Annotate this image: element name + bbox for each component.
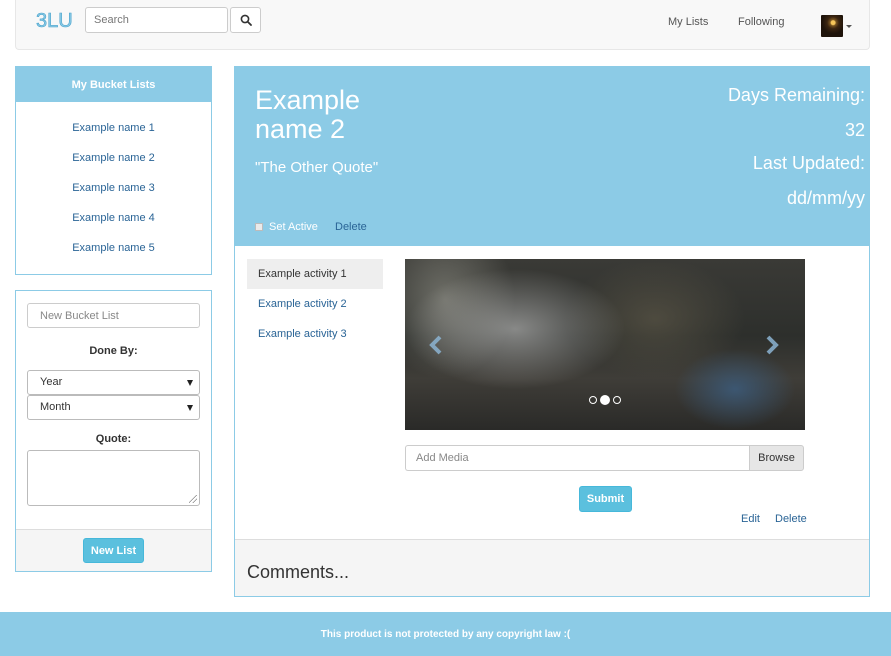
last-updated-value: dd/mm/yy — [786, 188, 865, 208]
brand-logo-icon: 3LU — [36, 10, 73, 33]
bucket-list-item[interactable]: Example name 5 — [16, 233, 211, 263]
brand-logo[interactable]: 3LU — [36, 8, 73, 33]
bucket-lists-header: My Bucket Lists — [16, 67, 211, 102]
month-select-value: Month — [40, 401, 71, 413]
done-by-label: Done By: — [89, 345, 138, 357]
search-input[interactable] — [85, 7, 228, 33]
bucket-list-item[interactable]: Example name 2 — [16, 143, 211, 173]
activity-item[interactable]: Example activity 3 — [247, 319, 383, 349]
footer-text: This product is not protected by any cop… — [320, 628, 571, 640]
resize-grip-icon[interactable] — [189, 495, 197, 503]
list-detail-panel: Example name 2 "The Other Quote" Days Re… — [234, 66, 870, 597]
list-header: Example name 2 "The Other Quote" Days Re… — [235, 67, 869, 246]
carousel-indicator[interactable] — [589, 396, 597, 404]
new-list-form: Done By: Year Month Quote: New List — [15, 290, 212, 572]
month-select[interactable]: Month — [27, 395, 200, 420]
svg-text:3LU: 3LU — [36, 10, 72, 32]
carousel-indicator[interactable] — [613, 396, 621, 404]
new-list-name-input[interactable] — [27, 303, 200, 328]
activity-item[interactable]: Example activity 1 — [247, 259, 383, 289]
set-active-checkbox[interactable] — [255, 223, 263, 231]
delete-list-link[interactable]: Delete — [335, 221, 367, 233]
last-updated-label: Last Updated: — [752, 153, 865, 173]
quote-textarea[interactable] — [27, 450, 200, 506]
chevron-right-icon — [766, 335, 779, 355]
bucket-lists: Example name 1 Example name 2 Example na… — [16, 102, 211, 263]
bucket-list-item[interactable]: Example name 1 — [16, 113, 211, 143]
chevron-left-icon — [429, 335, 442, 355]
media-carousel — [405, 259, 805, 430]
days-remaining-label: Days Remaining: — [727, 85, 865, 105]
add-media-group: Browse — [405, 445, 804, 471]
activity-list: Example activity 1 Example activity 2 Ex… — [247, 259, 383, 349]
year-select-value: Year — [40, 376, 63, 388]
bucket-list-item[interactable]: Example name 3 — [16, 173, 211, 203]
dropdown-arrow-icon — [187, 405, 193, 411]
caret-down-icon — [846, 24, 852, 28]
form-footer: New List — [16, 529, 211, 571]
page-footer: This product is not protected by any cop… — [0, 612, 891, 656]
carousel-prev-button[interactable] — [427, 334, 445, 356]
bucket-list-item[interactable]: Example name 4 — [16, 203, 211, 233]
search-button[interactable] — [230, 7, 261, 33]
delete-activity-link[interactable]: Delete — [775, 513, 807, 525]
bucket-lists-panel: My Bucket Lists Example name 1 Example n… — [15, 66, 212, 275]
top-navbar: 3LU My Lists Following — [15, 0, 870, 50]
list-quote: "The Other Quote" — [255, 159, 379, 176]
add-media-input[interactable] — [405, 445, 749, 471]
carousel-indicator[interactable] — [600, 395, 610, 405]
browse-button[interactable]: Browse — [749, 445, 804, 471]
user-menu[interactable] — [821, 15, 852, 37]
activity-item[interactable]: Example activity 2 — [247, 289, 383, 319]
carousel-next-button[interactable] — [763, 334, 781, 356]
quote-label: Quote: — [95, 433, 132, 445]
nav-my-lists[interactable]: My Lists — [668, 16, 708, 28]
comments-section: Comments... — [235, 539, 869, 596]
submit-button[interactable]: Submit — [579, 486, 632, 512]
nav-following[interactable]: Following — [738, 16, 784, 28]
comments-title: Comments... — [247, 562, 350, 582]
list-title: Example name 2 — [255, 85, 361, 144]
search-icon — [240, 14, 252, 26]
year-select[interactable]: Year — [27, 370, 200, 395]
avatar — [821, 15, 843, 37]
set-active-toggle[interactable]: Set Active — [255, 221, 318, 233]
set-active-label: Set Active — [269, 221, 318, 233]
edit-activity-link[interactable]: Edit — [741, 513, 760, 525]
dropdown-arrow-icon — [187, 380, 193, 386]
new-list-button[interactable]: New List — [83, 538, 144, 563]
carousel-indicators — [589, 395, 621, 405]
days-remaining-value: 32 — [844, 120, 865, 140]
